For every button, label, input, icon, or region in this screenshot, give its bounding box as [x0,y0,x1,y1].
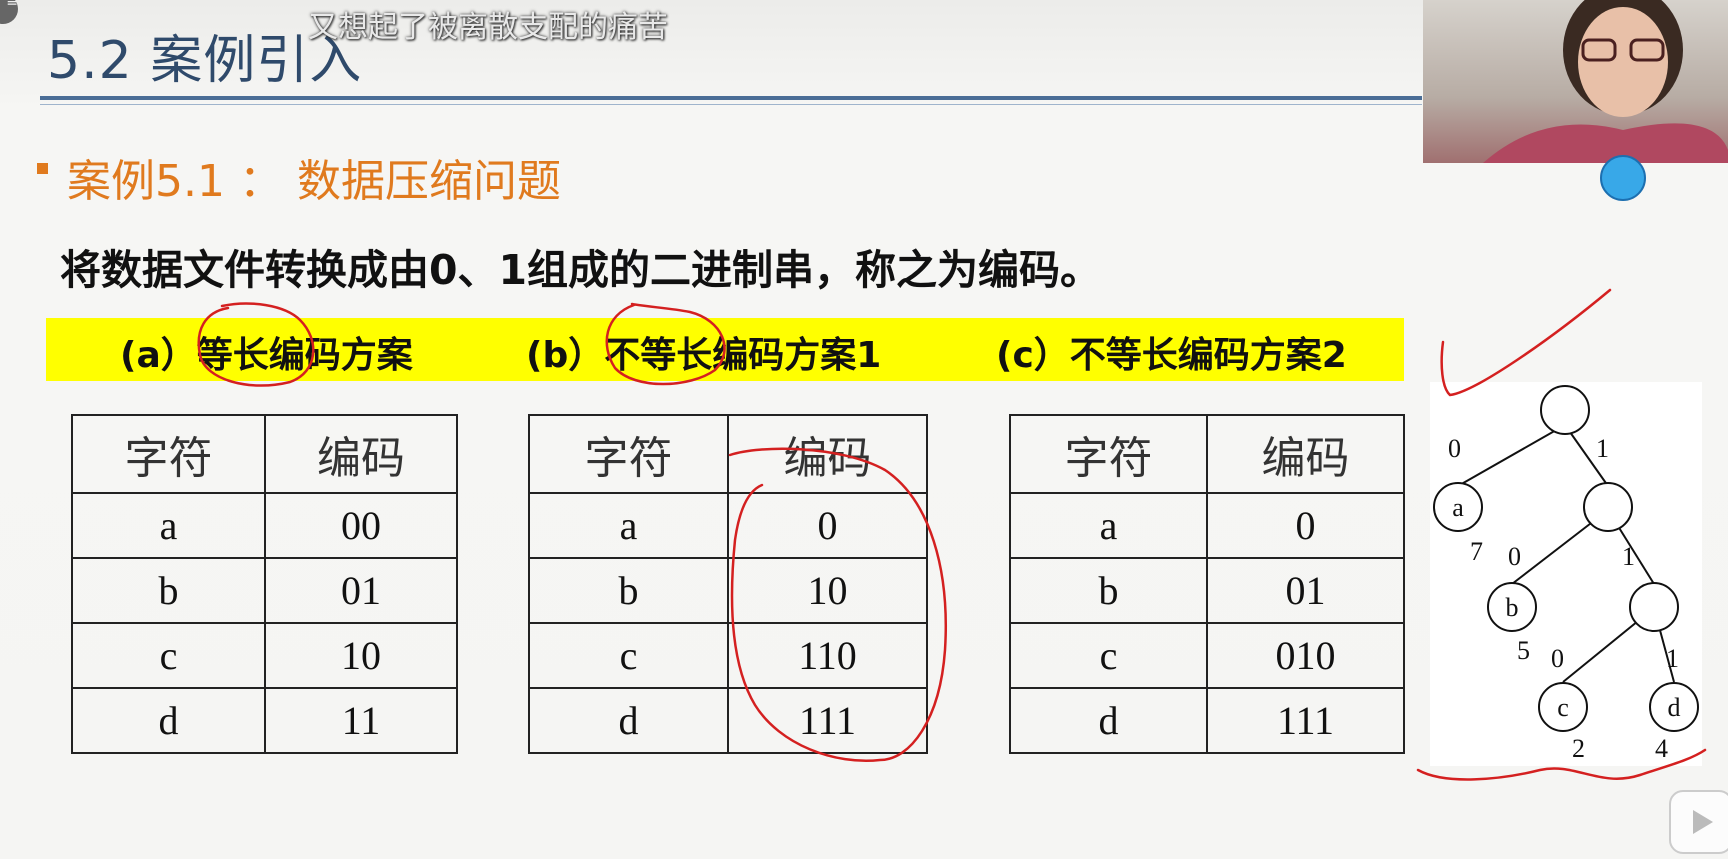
annotation-circle [197,302,315,387]
annotation-underline [1416,748,1707,781]
annotation-check [1440,288,1612,397]
annotation-circle [605,302,726,386]
slide: ≡ 5.2 案例引入 案例5.1 ： 数据压缩问题 将数据文件转换成由0、1组成… [0,0,1728,859]
annotation-loop [728,447,947,762]
annotation-layer [197,288,1707,781]
